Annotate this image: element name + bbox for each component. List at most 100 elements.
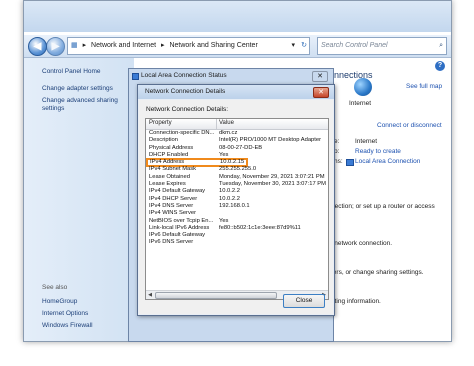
property-cell: IPv4 WINS Server: [149, 210, 197, 217]
homegroup-link[interactable]: Ready to create: [355, 148, 401, 155]
breadcrumb-sharing-center[interactable]: Network and Sharing Center: [169, 42, 257, 49]
details-close-icon[interactable]: ✕: [313, 87, 329, 98]
table-row[interactable]: IPv4 DHCP Server 10.0.2.2: [146, 196, 328, 203]
property-cell: IPv4 Subnet Mask: [149, 166, 197, 173]
breadcrumb-network-internet[interactable]: Network and Internet: [91, 42, 156, 49]
table-row[interactable]: Physical Address 08-00-27-DD-EB: [146, 145, 328, 152]
property-cell: IPv6 Default Gateway: [149, 232, 206, 239]
access-type-value: Internet: [355, 138, 378, 145]
property-cell: DHCP Enabled: [149, 151, 189, 158]
see-also-homegroup[interactable]: HomeGroup: [42, 298, 77, 306]
property-cell: Lease Obtained: [149, 173, 190, 180]
connect-disconnect-link[interactable]: Connect or disconnect: [377, 122, 442, 129]
table-row[interactable]: IPv6 Default Gateway: [146, 232, 328, 239]
details-dialog-title-bar: Network Connection Details ✕: [138, 85, 334, 99]
help-icon[interactable]: ?: [435, 61, 445, 71]
table-row[interactable]: IPv4 DNS Server 192.168.0.1: [146, 203, 328, 210]
breadcrumb-sep: ▸: [160, 42, 165, 49]
table-row[interactable]: IPv4 Address 10.0.2.15: [146, 158, 248, 168]
table-row[interactable]: Description Intel(R) PRO/1000 MT Desktop …: [146, 137, 328, 144]
search-icon: ⌕: [439, 42, 443, 49]
table-row[interactable]: Lease Obtained Monday, November 29, 2021 …: [146, 174, 328, 181]
refresh-icon[interactable]: ↻: [301, 38, 307, 54]
value-cell: 10.0.2.2: [219, 195, 240, 202]
details-dialog-title: Network Connection Details: [145, 88, 226, 95]
table-row[interactable]: Lease Expires Tuesday, November 30, 2021 …: [146, 181, 328, 188]
breadcrumb-sep: ▸: [82, 42, 87, 49]
property-cell: Physical Address: [149, 144, 194, 151]
value-cell: Monday, November 29, 2021 3:07:21 PM: [219, 173, 325, 180]
status-dialog-title: Local Area Connection Status: [141, 72, 227, 79]
network-connection-text: l network connection.: [331, 240, 393, 247]
value-cell: Intel(R) PRO/1000 MT Desktop Adapter: [219, 137, 322, 144]
sidebar-item-advanced-sharing[interactable]: Change advanced sharing settings: [42, 97, 130, 113]
status-dialog-title-bar: Local Area Connection Status ✕: [129, 69, 333, 83]
column-header-property[interactable]: Property: [149, 120, 172, 126]
property-cell: NetBIOS over Tcpip En...: [149, 217, 214, 224]
details-dialog-body: Network Connection Details: Property Val…: [139, 100, 333, 314]
table-row[interactable]: IPv4 Default Gateway 10.0.2.2: [146, 188, 328, 195]
table-row[interactable]: IPv6 DNS Server: [146, 239, 328, 246]
list-rows: Connection-specific DN... dkm.cz Descripti…: [146, 130, 328, 247]
connections-label: ns:: [334, 158, 343, 165]
value-cell: 10.0.2.15: [220, 159, 245, 166]
details-list[interactable]: Property Value Connection-specific DN...…: [145, 118, 329, 300]
value-cell: 192.168.0.1: [219, 202, 250, 209]
see-also-windows-firewall[interactable]: Windows Firewall: [42, 322, 93, 330]
property-cell: Description: [149, 137, 178, 144]
property-cell: IPv4 Address: [150, 159, 185, 166]
table-row[interactable]: IPv4 WINS Server: [146, 210, 328, 217]
sidebar-item-adapter-settings[interactable]: Change adapter settings: [42, 85, 113, 93]
network-icon: [346, 159, 354, 166]
property-cell: Link-local IPv6 Address: [149, 224, 210, 231]
address-dropdown-icon[interactable]: ▾: [291, 38, 295, 54]
value-cell: 08-00-27-DD-EB: [219, 144, 263, 151]
sidebar: Control Panel Home Change adapter settin…: [24, 58, 134, 341]
property-cell: Connection-specific DN...: [149, 130, 215, 136]
table-row[interactable]: IPv4 Subnet Mask 255.255.255.0: [146, 166, 328, 173]
address-row: ◀ ▶ ▦ ▸ Network and Internet ▸ Network a…: [24, 35, 451, 58]
address-bar[interactable]: ▦ ▸ Network and Internet ▸ Network and S…: [67, 37, 310, 55]
control-panel-icon: ▦: [71, 42, 78, 49]
local-area-connection-link[interactable]: Local Area Connection: [355, 158, 420, 165]
value-cell: Yes: [219, 151, 229, 158]
property-cell: IPv4 Default Gateway: [149, 188, 206, 195]
internet-label: Internet: [349, 100, 372, 107]
see-also-internet-options[interactable]: Internet Options: [42, 310, 88, 318]
value-cell: Tuesday, November 30, 2021 3:07:17 PM: [219, 181, 326, 188]
details-label: Network Connection Details:: [146, 106, 229, 113]
value-cell: 10.0.2.2: [219, 188, 240, 195]
see-also-heading: See also: [42, 284, 68, 291]
see-full-map-link[interactable]: See full map: [406, 83, 442, 90]
column-separator[interactable]: [216, 119, 217, 129]
column-header-value[interactable]: Value: [219, 120, 234, 126]
title-bar: [24, 1, 451, 32]
value-cell: 255.255.255.0: [219, 166, 257, 173]
forward-button[interactable]: ▶: [46, 37, 65, 56]
internet-globe-icon: [354, 78, 372, 96]
network-adapter-icon: [132, 73, 139, 80]
search-placeholder: Search Control Panel: [321, 42, 388, 49]
sharing-settings-text: ters, or change sharing settings.: [331, 269, 424, 276]
table-row[interactable]: DHCP Enabled Yes: [146, 152, 328, 159]
scrollbar-thumb[interactable]: [155, 292, 277, 299]
value-cell: fe80::b502:1c1e:3eee:87d9%11: [219, 224, 301, 231]
property-cell: IPv4 DHCP Server: [149, 195, 198, 202]
property-cell: Lease Expires: [149, 181, 186, 188]
search-input[interactable]: Search Control Panel ⌕: [317, 37, 447, 55]
table-row[interactable]: NetBIOS over Tcpip En... Yes: [146, 218, 328, 225]
property-cell: IPv6 DNS Server: [149, 239, 194, 246]
close-button[interactable]: Close: [283, 294, 325, 308]
scroll-left-icon[interactable]: ◀: [146, 291, 154, 299]
back-button[interactable]: ◀: [28, 37, 47, 56]
value-cell: dkm.cz: [219, 130, 238, 136]
value-cell: Yes: [219, 217, 229, 224]
property-cell: IPv4 DNS Server: [149, 202, 194, 209]
table-row[interactable]: Connection-specific DN... dkm.cz: [146, 130, 328, 137]
troubleshooting-text: oting information.: [331, 298, 381, 305]
status-close-icon[interactable]: ✕: [312, 71, 328, 82]
table-row[interactable]: Link-local IPv6 Address fe80::b502:1c1e:3…: [146, 225, 328, 232]
sidebar-control-panel-home[interactable]: Control Panel Home: [42, 68, 101, 76]
network-connection-details-dialog: Network Connection Details ✕ Network Con…: [137, 84, 335, 316]
setup-connection-text: nection; or set up a router or access: [331, 203, 435, 210]
